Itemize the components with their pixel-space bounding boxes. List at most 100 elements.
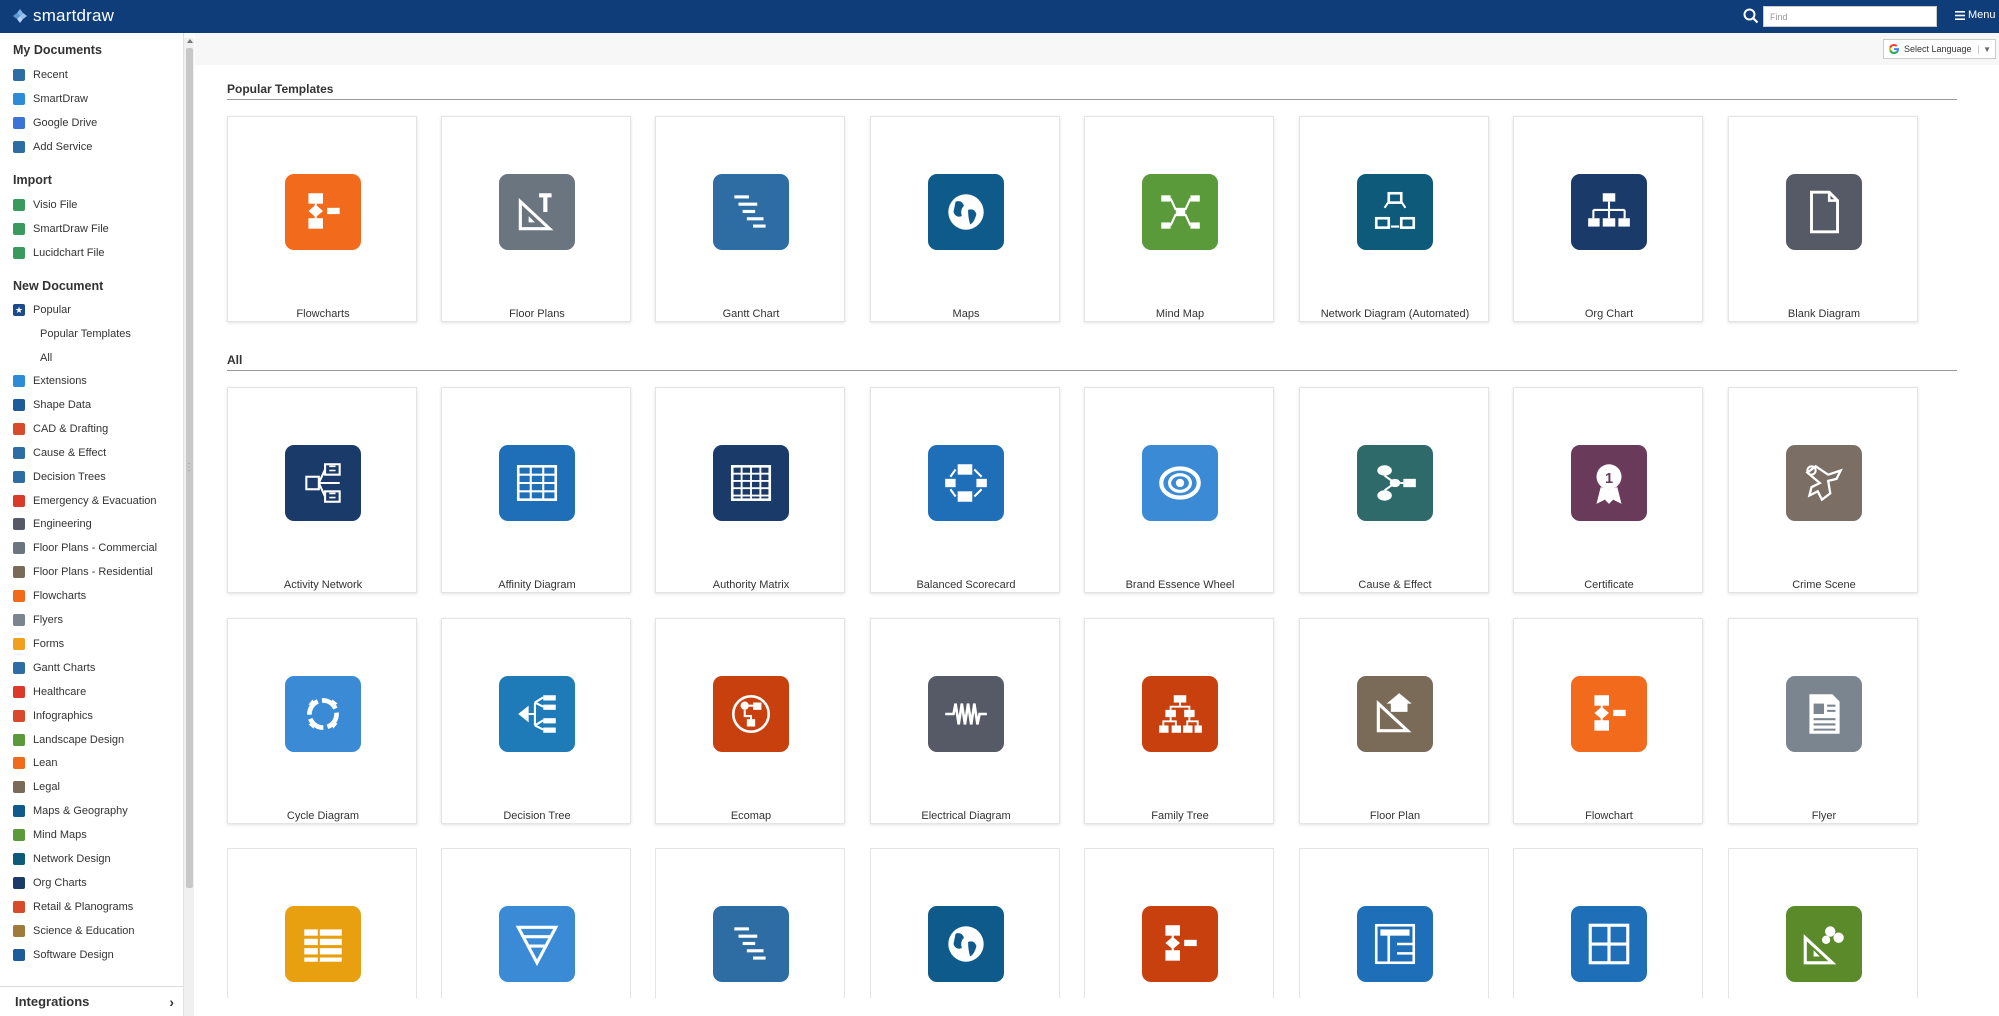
org-chart-icon (13, 876, 25, 889)
floor-plan-home-icon (1357, 676, 1433, 752)
sidebar-item-google-drive[interactable]: Google Drive (13, 114, 97, 132)
sidebar-item-label: Network Design (33, 853, 111, 865)
template-tile[interactable] (655, 848, 845, 998)
sidebar-item-label: Gantt Charts (33, 661, 96, 674)
find-input[interactable] (1763, 6, 1937, 27)
sidebar-item-emergency-and-evacuation[interactable]: Emergency & Evacuation (13, 492, 157, 510)
template-tile[interactable]: Crime Scene (1728, 387, 1918, 593)
legal-icon (13, 781, 25, 794)
template-tile[interactable]: Brand Essence Wheel (1084, 387, 1274, 593)
sidebar-item-decision-trees[interactable]: Decision Trees (13, 468, 106, 486)
target-icon (1142, 445, 1218, 521)
template-tile[interactable]: Electrical Diagram (870, 618, 1060, 824)
sidebar-item-maps-and-geography[interactable]: Maps & Geography (13, 802, 128, 820)
sidebar-item-visio-file[interactable]: Visio File (13, 196, 77, 214)
sidebar-item-smartdraw[interactable]: SmartDraw (13, 90, 88, 108)
sidebar-item-software-design[interactable]: Software Design (13, 946, 114, 964)
template-tile[interactable] (1299, 848, 1489, 998)
search-icon[interactable] (1742, 7, 1760, 25)
sidebar-item-science-and-education[interactable]: Science & Education (13, 922, 135, 940)
template-tile[interactable]: Floor Plans (441, 116, 631, 322)
sidebar-item-label: Engineering (33, 518, 92, 531)
menu-button[interactable]: Menu (1955, 9, 1996, 21)
template-tile[interactable]: Activity Network (227, 387, 417, 593)
sidebar-item-gantt-charts[interactable]: Gantt Charts (13, 659, 95, 677)
sidebar-item-infographics[interactable]: Infographics (13, 707, 93, 725)
sidebar-item-recent[interactable]: Recent (13, 66, 68, 84)
template-tile[interactable]: Network Diagram (Automated) (1299, 116, 1489, 322)
template-tile[interactable]: Family Tree (1084, 618, 1274, 824)
template-tile[interactable]: Decision Tree (441, 618, 631, 824)
my-documents-heading: My Documents (13, 43, 102, 57)
template-tile[interactable] (441, 848, 631, 998)
sidebar-item-floor-plans-residential[interactable]: Floor Plans - Residential (13, 563, 153, 581)
sidebar-item-extensions[interactable]: Extensions (13, 372, 87, 390)
sidebar-item-forms[interactable]: Forms (13, 635, 64, 653)
chevron-right-icon: › (169, 993, 174, 1010)
sidebar-item-org-charts[interactable]: Org Charts (13, 874, 87, 892)
sidebar-item-lucidchart-file[interactable]: Lucidchart File (13, 244, 105, 262)
splitter-handle-icon[interactable]: ⋮ (184, 462, 194, 473)
globe-icon (13, 805, 25, 818)
sidebar-item-shape-data[interactable]: Shape Data (13, 396, 91, 414)
sidebar-item-label: Org Charts (33, 876, 87, 889)
scroll-up-arrow-icon[interactable] (187, 39, 193, 43)
template-tile[interactable]: Org Chart (1513, 116, 1703, 322)
sidebar-item-label: Cause & Effect (33, 446, 107, 459)
sidebar-item-label: Decision Trees (33, 470, 106, 483)
select-language-dropdown[interactable]: Select Language ▼ (1883, 39, 1996, 59)
sidebar-item-add-service[interactable]: Add Service (13, 138, 92, 156)
template-tile[interactable]: Balanced Scorecard (870, 387, 1060, 593)
flyer-icon (1786, 676, 1862, 752)
sidebar-item-floor-plans-commercial[interactable]: Floor Plans - Commercial (13, 539, 157, 557)
template-tile[interactable]: 1 Certificate (1513, 387, 1703, 593)
sidebar-scrollbar[interactable] (183, 38, 194, 1016)
sidebar-item-healthcare[interactable]: Healthcare (13, 683, 86, 701)
smartdraw-logo[interactable]: smartdraw (12, 6, 114, 26)
sidebar-item-retail-and-planograms[interactable]: Retail & Planograms (13, 898, 133, 916)
sidebar-item-cad-and-drafting[interactable]: CAD & Drafting (13, 420, 108, 438)
template-tile-label: Family Tree (1151, 810, 1209, 822)
sidebar-item-engineering[interactable]: Engineering (13, 515, 92, 533)
template-tile[interactable]: Maps (870, 116, 1060, 322)
sidebar-item-label: Infographics (33, 709, 93, 722)
sidebar-item-label: Legal (33, 781, 60, 794)
template-tile[interactable]: Flyer (1728, 618, 1918, 824)
template-tile[interactable]: Floor Plan (1299, 618, 1489, 824)
template-tile[interactable] (870, 848, 1060, 998)
template-tile[interactable]: Gantt Chart (655, 116, 845, 322)
top-bar: smartdraw Menu (0, 0, 1999, 33)
sidebar-item-network-design[interactable]: Network Design (13, 850, 111, 868)
integrations-button[interactable]: Integrations › (0, 986, 184, 1016)
template-tile[interactable]: Flowchart (1513, 618, 1703, 824)
sidebar-item-lean[interactable]: Lean (13, 754, 57, 772)
template-tile[interactable]: Mind Map (1084, 116, 1274, 322)
template-tile[interactable]: Flowcharts (227, 116, 417, 322)
sidebar-item-flyers[interactable]: Flyers (13, 611, 63, 629)
template-tile[interactable]: Ecomap (655, 618, 845, 824)
sidebar-item-popular-templates[interactable]: Popular Templates (40, 325, 131, 343)
template-tile[interactable]: Blank Diagram (1728, 116, 1918, 322)
template-tile[interactable] (1513, 848, 1703, 998)
template-tile[interactable] (1728, 848, 1918, 998)
flowchart-icon (13, 590, 25, 603)
template-tile[interactable]: Authority Matrix (655, 387, 845, 593)
template-tile[interactable]: Affinity Diagram (441, 387, 631, 593)
ecomap-icon (713, 676, 789, 752)
template-tile[interactable]: Cycle Diagram (227, 618, 417, 824)
sidebar-item-cause-and-effect[interactable]: Cause & Effect (13, 444, 106, 462)
sidebar-item-label: All (40, 352, 53, 364)
flowchart-icon (285, 174, 361, 250)
sidebar-item-popular[interactable]: ★ Popular (13, 301, 71, 319)
sidebar-item-all[interactable]: All (40, 349, 52, 367)
integrations-label: Integrations (15, 994, 90, 1009)
sidebar-item-mind-maps[interactable]: Mind Maps (13, 826, 87, 844)
sidebar-item-label: Visio File (33, 199, 78, 211)
sidebar-item-legal[interactable]: Legal (13, 778, 60, 796)
template-tile[interactable] (227, 848, 417, 998)
sidebar-item-smartdraw-file[interactable]: SmartDraw File (13, 220, 109, 238)
template-tile[interactable] (1084, 848, 1274, 998)
template-tile[interactable]: Cause & Effect (1299, 387, 1489, 593)
sidebar-item-flowcharts[interactable]: Flowcharts (13, 587, 86, 605)
sidebar-item-landscape-design[interactable]: Landscape Design (13, 731, 124, 749)
